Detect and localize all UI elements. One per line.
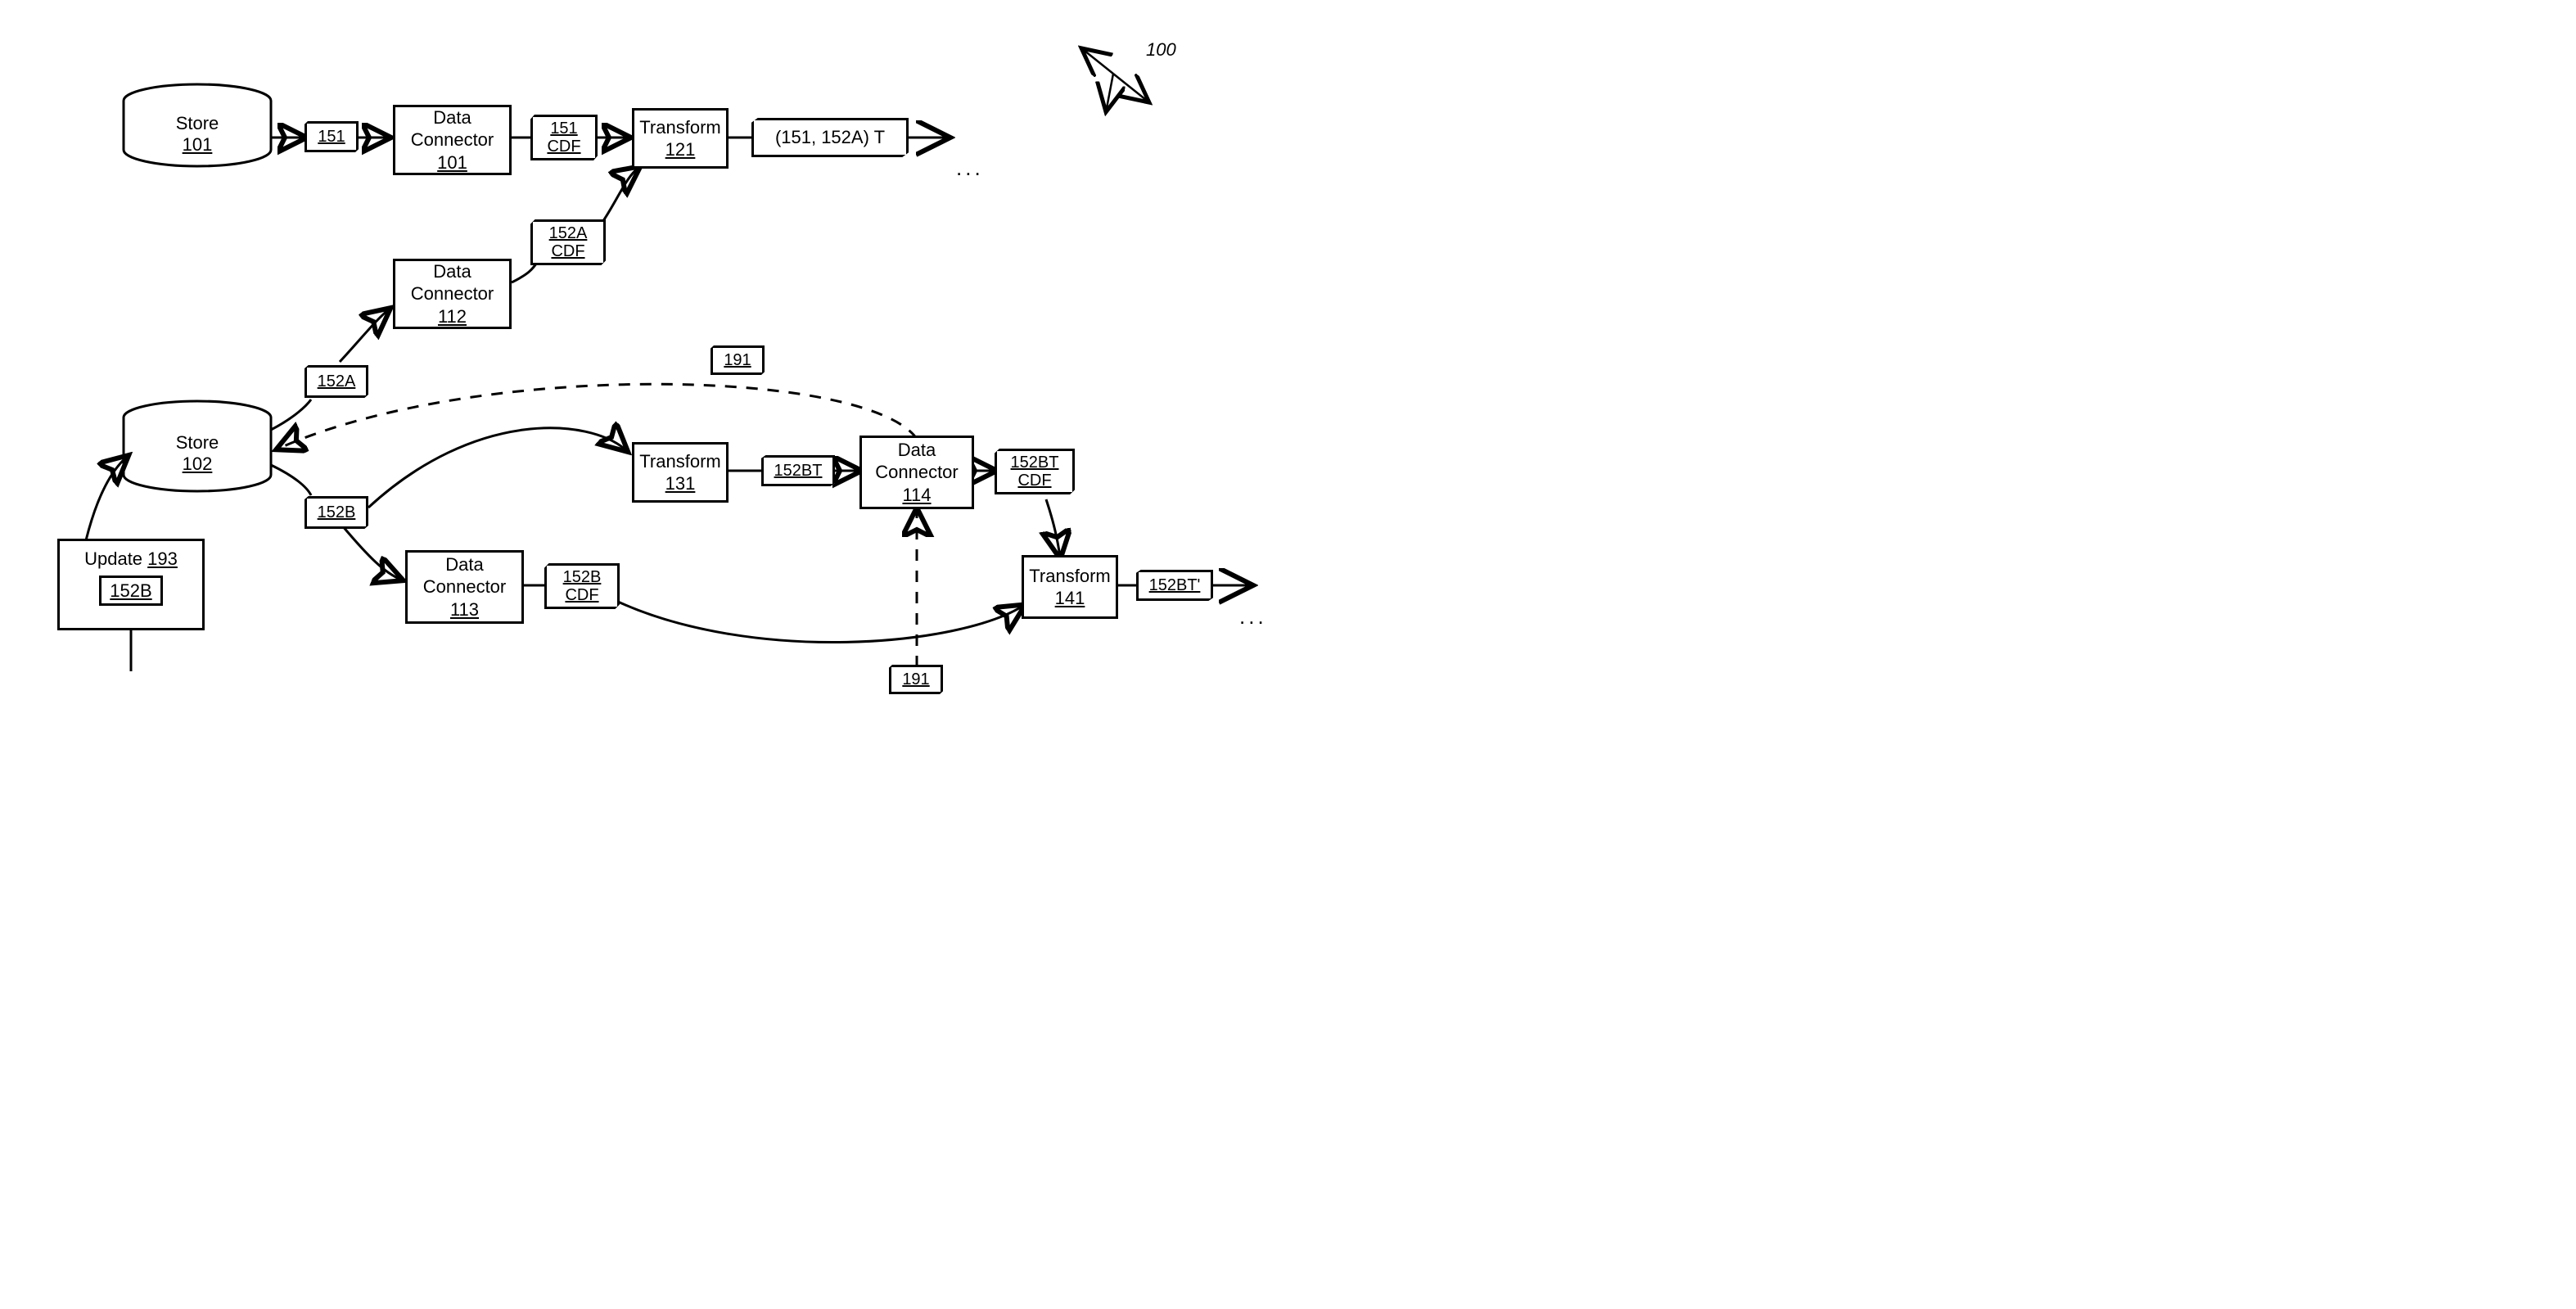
- tag-152bt: 152BT: [761, 455, 835, 486]
- store-101-ref: 101: [156, 134, 239, 156]
- store-102-ref: 102: [156, 454, 239, 475]
- data-connector-114: Data Connector 114: [859, 436, 974, 509]
- tag-152b-cdf: 152B CDF: [544, 563, 620, 609]
- store-101-label: Store: [156, 113, 239, 134]
- tag-191-top: 191: [711, 345, 765, 375]
- data-connector-113: Data Connector 113: [405, 550, 524, 624]
- tag-151: 151: [305, 121, 359, 152]
- store-101: Store 101: [156, 113, 239, 156]
- tag-151-cdf: 151 CDF: [530, 115, 598, 160]
- figure-reference-number: 100: [1146, 39, 1176, 61]
- data-connector-112: Data Connector 112: [393, 259, 512, 329]
- output-ribbon: (151, 152A) T: [751, 118, 909, 157]
- tag-152b: 152B: [305, 496, 368, 529]
- tag-152bt-cdf: 152BT CDF: [995, 449, 1075, 494]
- transform-131: Transform 131: [632, 442, 729, 503]
- tag-152bt-prime: 152BT': [1136, 570, 1213, 601]
- store-102: Store 102: [156, 432, 239, 475]
- data-connector-101: Data Connector 101: [393, 105, 512, 175]
- transform-141: Transform 141: [1022, 555, 1118, 619]
- tag-152a: 152A: [305, 365, 368, 398]
- update-193: Update 193 152B: [57, 539, 205, 630]
- ellipsis-bottom: ...: [1239, 604, 1267, 630]
- figure-ref-arrows: [1085, 51, 1146, 108]
- transform-121: Transform 121: [632, 108, 729, 169]
- tag-191-bottom: 191: [889, 665, 943, 694]
- store-102-label: Store: [156, 432, 239, 454]
- tag-152a-cdf: 152A CDF: [530, 219, 606, 265]
- update-inner-152b: 152B: [99, 576, 162, 607]
- diagram-canvas: 100 Store 101 151 Data Connector 101 151…: [16, 16, 1261, 688]
- ellipsis-top: ...: [956, 156, 984, 181]
